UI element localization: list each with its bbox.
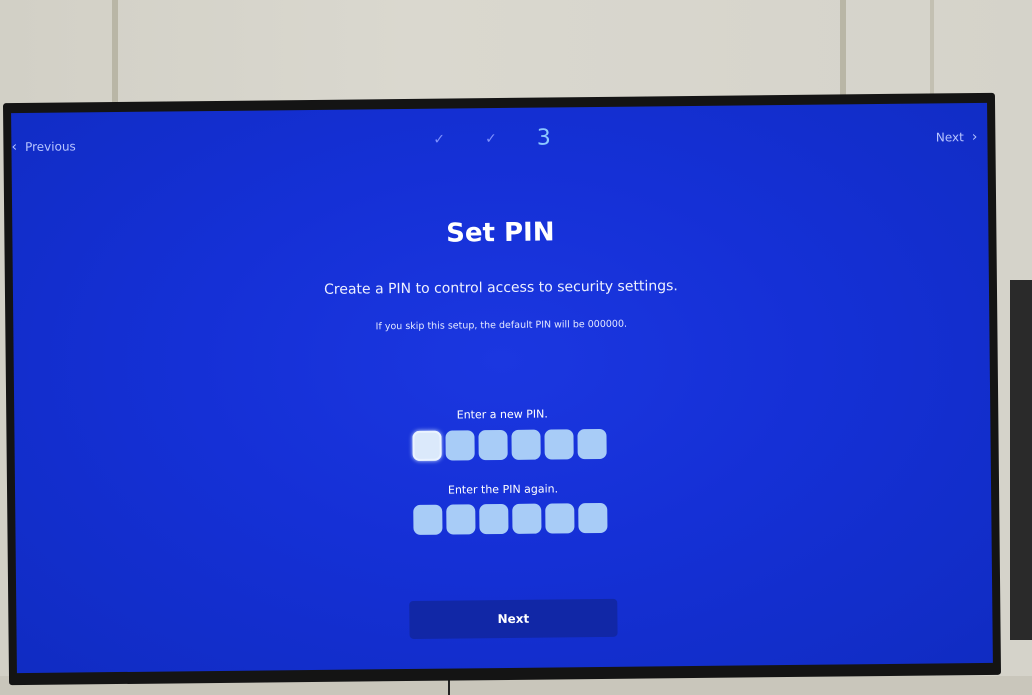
previous-button[interactable]: ‹ Previous: [11, 138, 75, 155]
pin-digit-box[interactable]: [413, 504, 443, 535]
next-nav-button[interactable]: Next ›: [936, 129, 978, 145]
next-nav-label: Next: [935, 130, 964, 145]
pin-digit-box[interactable]: [478, 429, 508, 461]
confirm-pin-label: Enter the PIN again.: [447, 482, 559, 497]
page-subtitle: Create a PIN to control access to securi…: [323, 278, 678, 298]
pin-digit-box[interactable]: [544, 429, 574, 460]
room-background: ‹ Previous ✓ ✓ 3 Next › Set PIN Create a…: [0, 0, 1032, 695]
pin-digit-box[interactable]: [445, 430, 475, 461]
chevron-right-icon: ›: [971, 129, 978, 146]
pin-digit-box[interactable]: [446, 504, 476, 535]
chevron-left-icon: ‹: [11, 139, 18, 156]
pin-digit-box[interactable]: [479, 503, 509, 535]
tv-screen: ‹ Previous ✓ ✓ 3 Next › Set PIN Create a…: [11, 102, 993, 674]
side-object: [1010, 280, 1032, 640]
tv-bezel: ‹ Previous ✓ ✓ 3 Next › Set PIN Create a…: [2, 92, 1002, 686]
new-pin-input[interactable]: [412, 428, 607, 461]
previous-label: Previous: [24, 139, 76, 154]
wall-seam: [112, 0, 118, 110]
pin-digit-box[interactable]: [545, 503, 575, 534]
pin-digit-box[interactable]: [577, 428, 607, 460]
confirm-pin-input[interactable]: [413, 502, 608, 535]
page-title: Set PIN: [446, 217, 555, 249]
next-button[interactable]: Next: [409, 598, 618, 639]
pin-digit-box[interactable]: [511, 429, 541, 460]
check-icon: ✓: [433, 131, 446, 148]
new-pin-label: Enter a new PIN.: [456, 407, 548, 422]
pin-digit-box[interactable]: [578, 502, 608, 534]
step-indicator: ✓ ✓ 3: [433, 125, 551, 151]
check-icon: ✓: [485, 130, 497, 147]
default-pin-hint: If you skip this setup, the default PIN …: [375, 318, 628, 333]
pin-digit-box[interactable]: [512, 503, 542, 534]
pin-digit-box[interactable]: [412, 430, 442, 461]
current-step-number: 3: [536, 125, 551, 151]
